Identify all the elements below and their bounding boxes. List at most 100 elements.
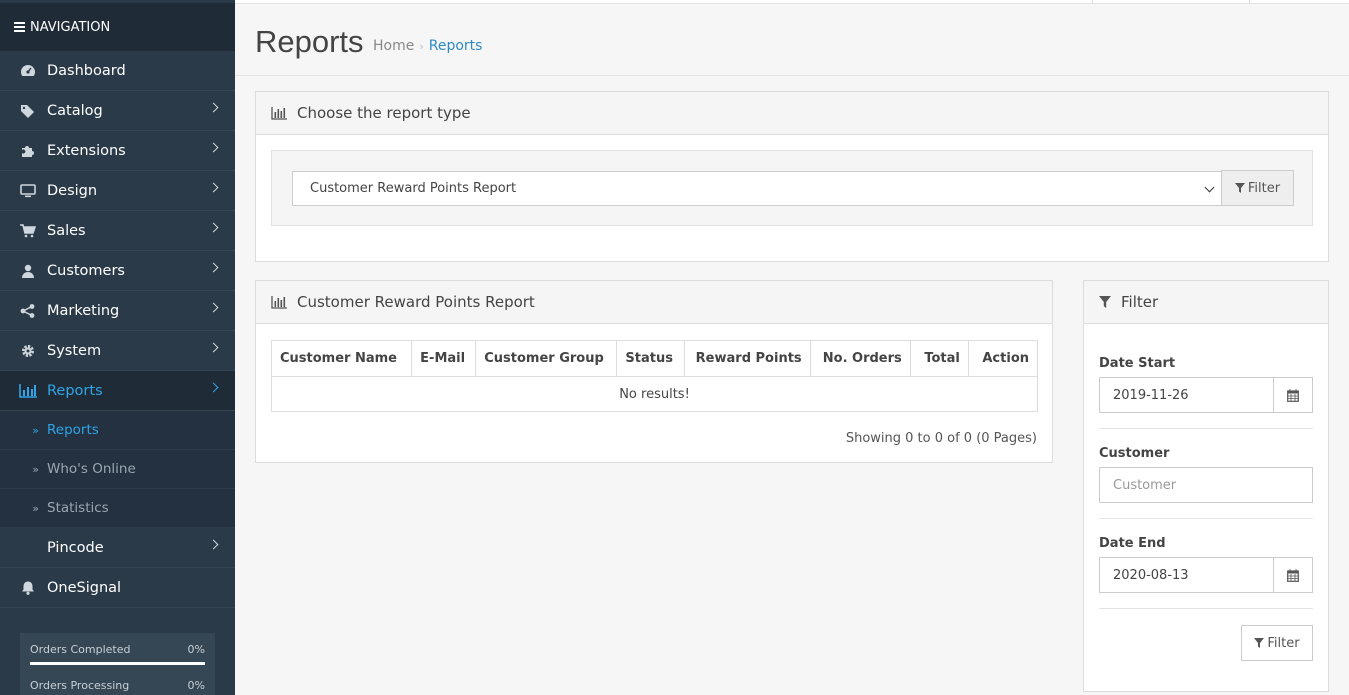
sidebar-item-catalog[interactable]: Catalog	[0, 91, 235, 131]
customer-input[interactable]: Customer	[1099, 467, 1313, 503]
sidebar-item-onesignal[interactable]: OneSignal	[0, 568, 235, 608]
filter-button-label: Filter	[1267, 635, 1300, 651]
sidebar-item-customers[interactable]: Customers	[0, 251, 235, 291]
share-icon	[19, 303, 37, 319]
filter-icon	[1254, 638, 1265, 648]
page-header: Reports Home › Reports	[235, 4, 1349, 76]
cart-icon	[19, 223, 37, 239]
report-type-well: Customer Reward Points Report Filter	[271, 150, 1313, 226]
column-header-reward-points[interactable]: Reward Points	[683, 340, 811, 377]
monitor-icon	[19, 183, 37, 199]
sidebar-item-label: System	[47, 342, 102, 359]
bar-chart-icon	[271, 295, 287, 309]
progress-value: 0%	[187, 679, 205, 692]
panel-heading: Customer Reward Points Report	[256, 281, 1052, 324]
progress-label: Orders Processing	[30, 679, 130, 692]
breadcrumb-current[interactable]: Reports	[429, 38, 483, 54]
column-header-customer-name[interactable]: Customer Name	[270, 340, 413, 377]
sidebar-subitem-reports[interactable]: » Reports	[0, 411, 235, 450]
date-end-calendar-button[interactable]	[1273, 557, 1313, 593]
tags-icon	[19, 103, 37, 119]
sidebar-item-label: Customers	[47, 262, 125, 279]
table-row: No results!	[271, 376, 1038, 412]
order-progress-box: Orders Completed 0% Orders Processing 0%	[20, 633, 215, 695]
chevron-down-icon	[1204, 182, 1215, 193]
gear-icon	[19, 343, 37, 359]
double-chevron-icon: »	[32, 501, 39, 515]
sidebar-item-label: Design	[47, 182, 98, 199]
filter-button[interactable]: Filter	[1241, 625, 1313, 661]
table-header-row: Customer Name E-Mail Customer Group Stat…	[270, 340, 1039, 377]
breadcrumb: Home › Reports	[373, 38, 482, 54]
progress-bar	[30, 662, 205, 665]
report-type-filter-button[interactable]: Filter	[1221, 170, 1294, 206]
sidebar-item-dashboard[interactable]: Dashboard	[0, 51, 235, 91]
sidebar-item-design[interactable]: Design	[0, 171, 235, 211]
filter-button-label: Filter	[1247, 180, 1281, 196]
sidebar-item-label: Dashboard	[47, 62, 126, 79]
sidebar-item-label: Catalog	[47, 102, 103, 119]
report-type-panel: Choose the report type Customer Reward P…	[255, 91, 1329, 262]
bar-chart-icon	[19, 383, 37, 399]
sidebar-subitem-statistics[interactable]: » Statistics	[0, 489, 235, 528]
sidebar-item-reports[interactable]: Reports	[0, 371, 235, 411]
date-start-input[interactable]: 2019-11-26	[1099, 377, 1274, 413]
column-header-customer-group[interactable]: Customer Group	[475, 340, 618, 377]
filter-icon	[1234, 183, 1245, 193]
nav-header[interactable]: NAVIGATION	[0, 0, 235, 51]
report-type-selected: Customer Reward Points Report	[310, 181, 517, 196]
nav-header-label: NAVIGATION	[30, 19, 111, 35]
bell-icon	[19, 580, 37, 596]
panel-title: Choose the report type	[297, 104, 471, 122]
filter-panel: Filter Date Start 2019-11-26 Customer Cu…	[1083, 280, 1329, 692]
date-start-calendar-button[interactable]	[1273, 377, 1313, 413]
sidebar-item-marketing[interactable]: Marketing	[0, 291, 235, 331]
sidebar-item-label: Pincode	[47, 539, 104, 556]
sidebar-item-system[interactable]: System	[0, 331, 235, 371]
date-end-input[interactable]: 2020-08-13	[1099, 557, 1274, 593]
customer-label: Customer	[1099, 446, 1170, 461]
form-divider	[1099, 518, 1313, 519]
column-header-email[interactable]: E-Mail	[411, 340, 477, 377]
report-table: Customer Name E-Mail Customer Group Stat…	[270, 340, 1039, 412]
sidebar-item-label: Reports	[47, 382, 103, 399]
column-header-no-orders[interactable]: No. Orders	[809, 340, 911, 377]
date-end-label: Date End	[1099, 536, 1166, 551]
sidebar-item-sales[interactable]: Sales	[0, 211, 235, 251]
puzzle-icon	[19, 143, 37, 159]
no-results-cell: No results!	[271, 376, 1038, 412]
calendar-icon	[1287, 568, 1299, 582]
progress-label: Orders Completed	[30, 643, 131, 656]
sidebar-subitem-whos-online[interactable]: » Who's Online	[0, 450, 235, 489]
progress-value: 0%	[187, 643, 205, 656]
form-divider	[1099, 608, 1313, 609]
double-chevron-icon: »	[32, 423, 39, 437]
sidebar: NAVIGATION Dashboard Catalog Extensions …	[0, 0, 235, 695]
dashboard-icon	[19, 63, 37, 79]
date-start-label: Date Start	[1099, 356, 1176, 371]
calendar-icon	[1287, 388, 1299, 402]
page-title: Reports	[255, 24, 364, 59]
column-header-status[interactable]: Status	[616, 340, 685, 377]
filter-icon	[1099, 296, 1111, 308]
sidebar-subitem-label: Statistics	[47, 500, 109, 516]
customer-placeholder: Customer	[1113, 477, 1177, 493]
sidebar-subitem-label: Who's Online	[47, 461, 136, 477]
report-type-select[interactable]: Customer Reward Points Report	[292, 171, 1222, 206]
panel-title: Customer Reward Points Report	[297, 293, 535, 311]
sidebar-item-extensions[interactable]: Extensions	[0, 131, 235, 171]
sidebar-item-label: Marketing	[47, 302, 120, 319]
panel-title: Filter	[1121, 293, 1159, 311]
report-panel: Customer Reward Points Report Customer N…	[255, 280, 1053, 463]
breadcrumb-home[interactable]: Home	[373, 38, 414, 54]
sidebar-item-label: OneSignal	[47, 579, 122, 596]
panel-heading: Filter	[1084, 281, 1328, 324]
sidebar-item-pincode[interactable]: Pincode	[0, 528, 235, 568]
date-end-value: 2020-08-13	[1113, 567, 1189, 583]
sidebar-subitem-label: Reports	[47, 422, 99, 438]
panel-heading: Choose the report type	[256, 92, 1328, 135]
date-start-value: 2019-11-26	[1113, 387, 1189, 403]
column-header-total[interactable]: Total	[909, 340, 969, 377]
breadcrumb-separator: ›	[419, 40, 424, 53]
form-divider	[1099, 428, 1313, 429]
